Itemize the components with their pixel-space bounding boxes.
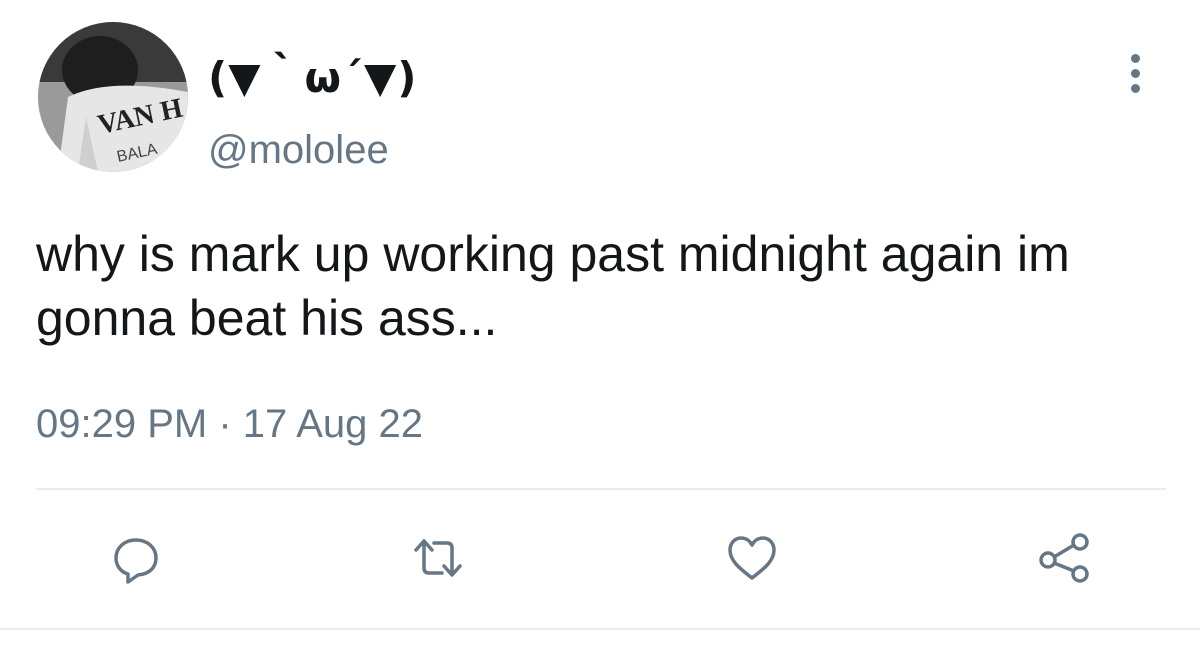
meta-separator: ·: [218, 402, 232, 446]
tweet-timestamp[interactable]: 09:29 PM · 17 Aug 22: [36, 402, 423, 447]
retweet-icon: [414, 539, 462, 577]
display-name[interactable]: (▼｀ω´▼): [208, 44, 418, 105]
divider: [36, 488, 1166, 490]
retweet-button[interactable]: [410, 530, 466, 586]
avatar-image: VAN H BALA: [38, 22, 188, 172]
tweet-date: 17 Aug 22: [242, 402, 423, 446]
avatar[interactable]: VAN H BALA: [38, 22, 188, 172]
share-button[interactable]: [1036, 530, 1092, 586]
reply-button[interactable]: [108, 530, 164, 586]
tweet-time: 09:29 PM: [36, 402, 208, 446]
tweet-card: VAN H BALA (▼｀ω´▼) @mololee why is mark …: [0, 0, 1200, 646]
user-handle[interactable]: @mololee: [208, 128, 389, 173]
like-icon: [728, 536, 776, 580]
like-button[interactable]: [724, 530, 780, 586]
share-icon: [1039, 533, 1089, 583]
more-options-icon[interactable]: [1118, 52, 1154, 96]
reply-icon: [114, 538, 158, 584]
divider: [0, 628, 1200, 630]
tweet-text: why is mark up working past midnight aga…: [36, 226, 1070, 346]
